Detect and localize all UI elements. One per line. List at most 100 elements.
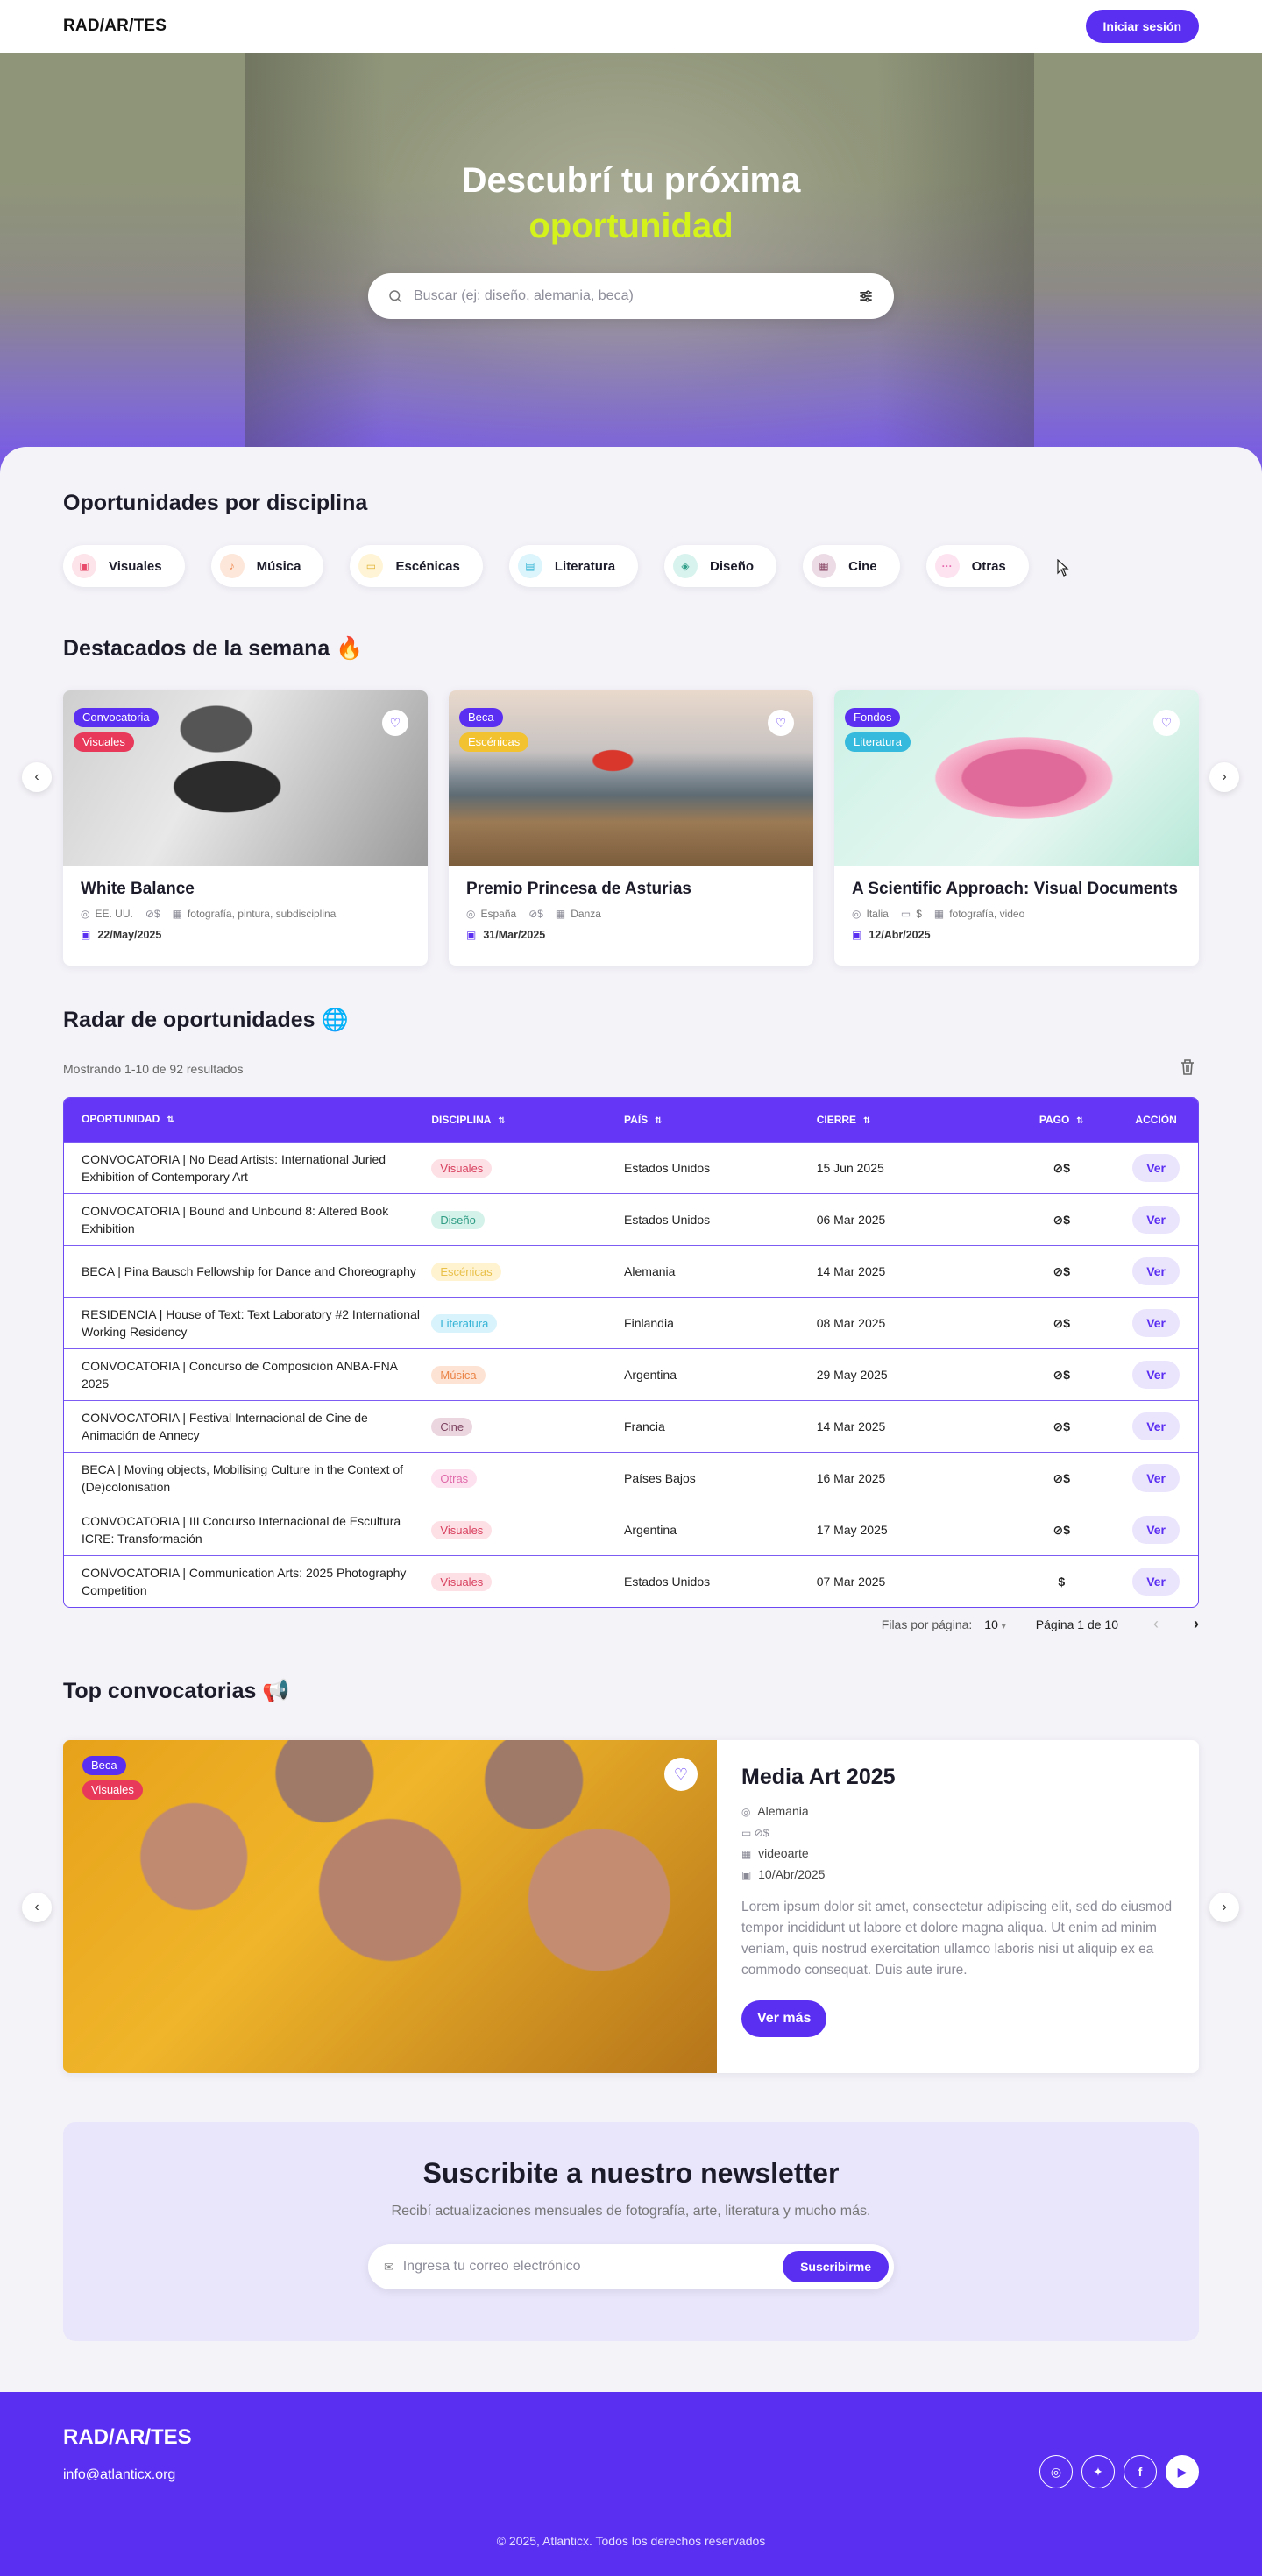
view-button[interactable]: Ver xyxy=(1132,1568,1180,1596)
favorite-heart-icon[interactable]: ♡ xyxy=(382,710,408,736)
table-row[interactable]: CONVOCATORIA | Bound and Unbound 8: Alte… xyxy=(64,1193,1198,1245)
music-icon: ♪ xyxy=(219,554,245,578)
payment-icon: ▭ xyxy=(900,908,911,920)
location-icon: ◎ xyxy=(741,1806,751,1818)
country-cell: Argentina xyxy=(624,1523,677,1537)
payment-icon: $ xyxy=(1058,1575,1066,1589)
view-button[interactable]: Ver xyxy=(1132,1361,1180,1389)
discipline-visuales[interactable]: ▣ Visuales xyxy=(63,545,185,587)
footer-logo[interactable]: RAD/AR/TES xyxy=(63,2425,192,2450)
hero-title-accent: oportunidad xyxy=(528,207,734,245)
facebook-icon[interactable]: f xyxy=(1124,2455,1157,2488)
featured-card-image: Convocatoria Visuales ♡ xyxy=(63,690,428,866)
view-button[interactable]: Ver xyxy=(1132,1257,1180,1285)
film-icon: ▦ xyxy=(812,554,837,578)
discipline-musica[interactable]: ♪ Música xyxy=(210,545,324,587)
type-badge: Beca xyxy=(459,708,503,727)
discipline-escenicas[interactable]: ▭ Escénicas xyxy=(350,545,483,587)
discipline-badge: Visuales xyxy=(74,732,134,752)
footer-email[interactable]: info@atlanticx.org xyxy=(63,2467,175,2483)
ticket-icon: ▭ xyxy=(358,554,384,578)
header-cierre[interactable]: CIERRE ⇅ xyxy=(817,1114,1010,1126)
view-button[interactable]: Ver xyxy=(1132,1516,1180,1544)
close-date-cell: 06 Mar 2025 xyxy=(816,1213,886,1227)
discipline-diseno[interactable]: ◈ Diseño xyxy=(664,545,777,587)
view-button[interactable]: Ver xyxy=(1132,1154,1180,1182)
grid-icon: ▦ xyxy=(933,908,945,920)
table-row[interactable]: CONVOCATORIA | No Dead Artists: Internat… xyxy=(64,1142,1198,1193)
country-cell: Argentina xyxy=(624,1368,677,1382)
header-disciplina[interactable]: DISCIPLINA ⇅ xyxy=(431,1114,624,1126)
trash-icon[interactable] xyxy=(1180,1058,1195,1076)
featured-card[interactable]: Fondos Literatura ♡ A Scientific Approach… xyxy=(834,690,1199,966)
table-row[interactable]: RESIDENCIA | House of Text: Text Laborat… xyxy=(64,1297,1198,1348)
header-accion: ACCIÓN xyxy=(1135,1114,1177,1126)
table-row[interactable]: CONVOCATORIA | Festival Internacional de… xyxy=(64,1400,1198,1452)
table-body: CONVOCATORIA | No Dead Artists: Internat… xyxy=(64,1142,1198,1607)
header-pago[interactable]: PAGO ⇅ xyxy=(1009,1114,1114,1126)
search-input[interactable] xyxy=(414,288,847,304)
sort-icon: ⇅ xyxy=(1076,1116,1084,1126)
featured-card[interactable]: Convocatoria Visuales ♡ White Balance ◎ EE… xyxy=(63,690,428,966)
location-icon: ◎ xyxy=(466,908,476,920)
table-row[interactable]: BECA | Moving objects, Mobilising Cultur… xyxy=(64,1452,1198,1504)
discipline-literatura[interactable]: ▤ Literatura xyxy=(508,545,639,587)
discipline-badge: Música xyxy=(431,1365,486,1384)
subscribe-button[interactable]: Suscribirme xyxy=(783,2251,889,2282)
twitter-icon[interactable]: ✦ xyxy=(1081,2455,1115,2488)
close-date-cell: 07 Mar 2025 xyxy=(816,1575,886,1589)
opportunity-name: CONVOCATORIA | Concurso de Composición A… xyxy=(82,1359,398,1391)
view-button[interactable]: Ver xyxy=(1132,1464,1180,1492)
discipline-badge: Visuales xyxy=(431,1572,493,1591)
featured-prev-button[interactable]: ‹ xyxy=(22,762,52,792)
instagram-icon[interactable]: ◎ xyxy=(1039,2455,1073,2488)
featured-next-button[interactable]: › xyxy=(1209,762,1239,792)
no-payment-icon: ⊘$ xyxy=(1053,1522,1071,1537)
table-row[interactable]: CONVOCATORIA | Communication Arts: 2025 … xyxy=(64,1555,1198,1607)
close-date-cell: 14 Mar 2025 xyxy=(816,1419,886,1433)
country-cell: Estados Unidos xyxy=(624,1575,711,1589)
discipline-cine[interactable]: ▦ Cine xyxy=(803,545,900,587)
login-button[interactable]: Iniciar sesión xyxy=(1085,10,1199,43)
top-call-card[interactable]: Beca Visuales ♡ Media Art 2025 ◎ Alemania… xyxy=(63,1740,1199,2073)
favorite-heart-icon[interactable]: ♡ xyxy=(768,710,794,736)
table-row[interactable]: CONVOCATORIA | Concurso de Composición A… xyxy=(64,1348,1198,1400)
opportunity-name: RESIDENCIA | House of Text: Text Laborat… xyxy=(82,1307,420,1339)
header-oportunidad[interactable]: OPORTUNIDAD ⇅ xyxy=(64,1110,431,1129)
calendar-icon: ▣ xyxy=(741,1869,752,1881)
country-cell: Finlandia xyxy=(624,1316,674,1330)
site-logo[interactable]: RAD/AR/TES xyxy=(63,17,167,36)
rows-per-page-select[interactable]: 10 ▾ xyxy=(984,1617,1006,1631)
grid-icon: ▦ xyxy=(172,908,182,920)
social-links: ◎ ✦ f ▶ xyxy=(1039,2455,1199,2488)
palette-icon: ◈ xyxy=(673,554,698,578)
view-button[interactable]: Ver xyxy=(1132,1309,1180,1337)
top-call-description: Lorem ipsum dolor sit amet, consectetur … xyxy=(741,1900,1173,1978)
next-page-button[interactable]: › xyxy=(1194,1615,1199,1633)
opportunity-name: BECA | Pina Bausch Fellowship for Dance … xyxy=(82,1264,416,1278)
view-button[interactable]: Ver xyxy=(1132,1206,1180,1234)
calendar-icon: ▣ xyxy=(81,929,91,941)
see-more-button[interactable]: Ver más xyxy=(741,2000,827,2037)
newsletter-title: Suscribite a nuestro newsletter xyxy=(422,2157,840,2189)
close-date-cell: 16 Mar 2025 xyxy=(816,1471,886,1485)
table-row[interactable]: BECA | Pina Bausch Fellowship for Dance … xyxy=(64,1245,1198,1297)
youtube-icon[interactable]: ▶ xyxy=(1166,2455,1199,2488)
opportunity-name: CONVOCATORIA | Bound and Unbound 8: Alte… xyxy=(82,1204,389,1235)
featured-card-title: White Balance xyxy=(81,880,195,898)
top-prev-button[interactable]: ‹ xyxy=(22,1893,52,1922)
email-field[interactable] xyxy=(402,2259,775,2275)
newsletter-form: ✉ Suscribirme xyxy=(368,2244,894,2289)
prev-page-button[interactable]: ‹ xyxy=(1153,1615,1159,1633)
discipline-otras[interactable]: ··· Otras xyxy=(925,545,1029,587)
top-next-button[interactable]: › xyxy=(1209,1893,1239,1922)
view-button[interactable]: Ver xyxy=(1132,1412,1180,1440)
favorite-heart-icon[interactable]: ♡ xyxy=(1153,710,1180,736)
featured-card[interactable]: Beca Escénicas ♡ Premio Princesa de Astur… xyxy=(449,690,813,966)
filter-icon[interactable] xyxy=(857,287,875,305)
table-row[interactable]: CONVOCATORIA | III Concurso Internaciona… xyxy=(64,1504,1198,1555)
cursor-icon xyxy=(1057,559,1069,577)
opportunity-name: CONVOCATORIA | III Concurso Internaciona… xyxy=(82,1514,401,1546)
favorite-heart-icon[interactable]: ♡ xyxy=(664,1758,698,1791)
header-pais[interactable]: PAÍS ⇅ xyxy=(624,1114,817,1126)
